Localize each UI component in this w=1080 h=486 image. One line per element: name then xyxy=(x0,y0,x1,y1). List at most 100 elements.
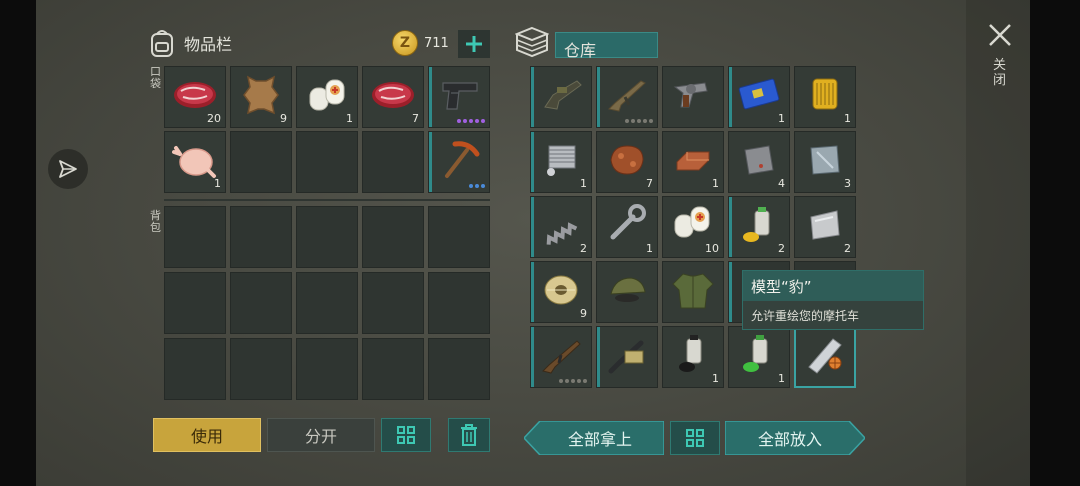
pocket-slot-2[interactable]: 9 xyxy=(230,66,292,128)
pocket-slot-3[interactable]: 1 xyxy=(296,66,358,128)
backpack-slot[interactable] xyxy=(164,338,226,400)
assault-rifle-icon xyxy=(607,80,646,112)
storage-slot[interactable] xyxy=(596,261,658,323)
storage-sort-button[interactable] xyxy=(670,421,720,455)
backpack-slot[interactable] xyxy=(230,272,292,334)
add-coins-button[interactable] xyxy=(458,30,490,58)
pocket-slot-7[interactable] xyxy=(230,131,292,193)
storage-header xyxy=(515,26,549,58)
storage-slot[interactable]: 9 xyxy=(530,261,592,323)
slot-accent xyxy=(531,197,534,257)
pocket-slot-1[interactable]: 20 xyxy=(164,66,226,128)
wrench-icon xyxy=(610,204,646,240)
backpack-slot[interactable] xyxy=(362,272,424,334)
storage-title-box: 仓库 xyxy=(555,32,658,60)
wire-spool-icon xyxy=(544,275,578,305)
revolver-icon xyxy=(673,82,708,108)
pocket-slot-5[interactable] xyxy=(428,66,490,128)
storage-slot[interactable] xyxy=(596,326,658,388)
storage-slot[interactable]: 7 xyxy=(596,131,658,193)
backpack-slot[interactable] xyxy=(362,338,424,400)
backpack-slot[interactable] xyxy=(428,206,490,268)
storage-slot[interactable]: 2 xyxy=(728,196,790,258)
storage-slot[interactable] xyxy=(662,66,724,128)
put-all-button[interactable]: 全部放入 xyxy=(725,421,865,455)
slot-qty: 7 xyxy=(646,177,653,190)
slot-accent xyxy=(729,262,732,322)
storage-slot[interactable] xyxy=(794,326,856,388)
trash-button[interactable] xyxy=(448,418,490,452)
storage-slot[interactable] xyxy=(530,66,592,128)
raw-meat-icon xyxy=(174,82,216,109)
storage-slot[interactable]: 1 xyxy=(530,131,592,193)
storage-slot[interactable] xyxy=(662,261,724,323)
engine-cylinder-icon xyxy=(547,145,576,177)
pocket-slot-6[interactable]: 1 xyxy=(164,131,226,193)
slot-accent xyxy=(729,197,732,257)
spring-icon xyxy=(546,222,578,245)
pocket-slot-9[interactable] xyxy=(362,131,424,193)
oil-filter-icon xyxy=(812,78,838,110)
storage-slot[interactable]: 2 xyxy=(794,196,856,258)
split-button[interactable]: 分开 xyxy=(267,418,375,452)
backpack-slot[interactable] xyxy=(428,338,490,400)
backpack-slot[interactable] xyxy=(164,206,226,268)
storage-slot[interactable]: 3 xyxy=(794,131,856,193)
storage-slot[interactable]: 10 xyxy=(662,196,724,258)
backpack-slot[interactable] xyxy=(296,338,358,400)
backpack-slot[interactable] xyxy=(428,272,490,334)
raw-chicken-icon xyxy=(172,146,216,179)
aluminum-plate-icon xyxy=(810,210,840,240)
slot-accent xyxy=(597,327,600,387)
storage-slot[interactable]: 1 xyxy=(728,66,790,128)
slot-qty: 2 xyxy=(580,242,587,255)
grid-sort-icon xyxy=(686,429,704,447)
backpack-slot[interactable] xyxy=(296,272,358,334)
ak-rifle-icon xyxy=(542,340,581,374)
slot-qty: 20 xyxy=(207,112,221,125)
slot-accent xyxy=(597,67,600,127)
storage-slot[interactable]: 1 xyxy=(662,326,724,388)
tooltip-title: 模型“豹” xyxy=(743,271,923,301)
take-all-button[interactable]: 全部拿上 xyxy=(524,421,664,455)
storage-grid: 1 1 1 7 1 4 3 2 1 10 2 2 9 1 1 xyxy=(530,66,860,402)
pocket-slot-4[interactable]: 7 xyxy=(362,66,424,128)
slot-accent xyxy=(531,132,534,192)
slot-accent xyxy=(729,67,732,127)
storage-slot[interactable] xyxy=(530,326,592,388)
tooltip-description: 允许重绘您的摩托车 xyxy=(751,309,860,323)
raw-meat-icon xyxy=(372,82,414,109)
storage-slot[interactable]: 1 xyxy=(662,131,724,193)
storage-slot[interactable]: 1 xyxy=(596,196,658,258)
backpack-slot[interactable] xyxy=(164,272,226,334)
grenade-launcher-icon xyxy=(544,80,582,110)
copper-ingot-icon xyxy=(676,151,710,171)
steel-plate-icon xyxy=(810,145,840,175)
bandage-icon xyxy=(674,206,710,238)
storage-slot[interactable]: 1 xyxy=(794,66,856,128)
close-icon xyxy=(989,24,1011,46)
slot-qty: 7 xyxy=(412,112,419,125)
backpack-slot[interactable] xyxy=(362,206,424,268)
use-button[interactable]: 使用 xyxy=(153,418,261,452)
storage-slot[interactable] xyxy=(596,66,658,128)
storage-box-icon xyxy=(515,26,549,58)
share-button[interactable] xyxy=(48,149,88,189)
close-button[interactable]: 关闭 xyxy=(984,22,1016,102)
inventory-sort-button[interactable] xyxy=(381,418,431,452)
pocket-slot-10[interactable] xyxy=(428,131,490,193)
storage-slot[interactable]: 2 xyxy=(530,196,592,258)
backpack-slot[interactable] xyxy=(296,206,358,268)
storage-slot[interactable]: 1 xyxy=(728,326,790,388)
blueprint-scroll-icon xyxy=(808,338,842,374)
pocket-label: 口袋 xyxy=(150,65,161,90)
pocket-slot-8[interactable] xyxy=(296,131,358,193)
paper-plane-icon xyxy=(59,160,77,178)
storage-slot[interactable]: 4 xyxy=(728,131,790,193)
backpack-slot[interactable] xyxy=(230,206,292,268)
grid-sort-icon xyxy=(397,426,415,444)
backpack-slot[interactable] xyxy=(230,338,292,400)
slot-qty: 1 xyxy=(778,372,785,385)
coin-count: 711 xyxy=(424,36,449,51)
plus-icon xyxy=(466,36,482,52)
